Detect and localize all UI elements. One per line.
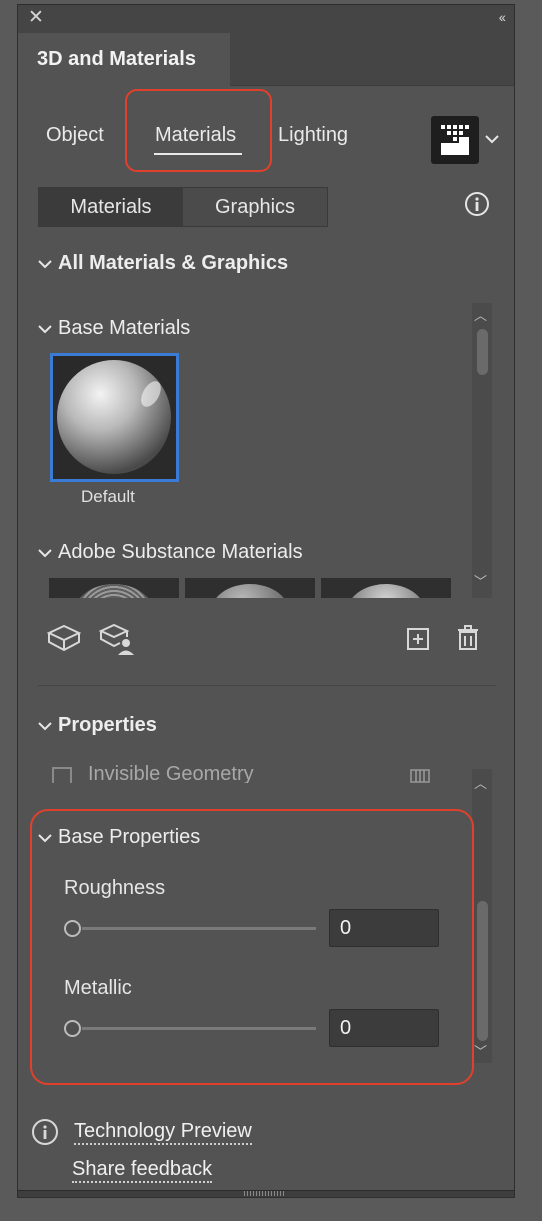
scroll-down-icon[interactable]: ﹀ — [474, 1041, 487, 1060]
invisible-geometry-checkbox[interactable] — [52, 767, 72, 783]
chevron-down-icon — [38, 260, 52, 269]
scroll-up-icon[interactable]: ︿ — [474, 773, 487, 792]
scroll-up-icon[interactable]: ︿ — [474, 305, 487, 324]
section-substance-label: Adobe Substance Materials — [58, 541, 303, 563]
3d-materials-panel: ✕ ‹‹ 3D and Materials Object Materials L… — [17, 4, 515, 1198]
highlight-annotation-tab — [125, 89, 272, 172]
chevron-down-icon — [38, 549, 52, 558]
section-base-materials[interactable]: Base Materials — [38, 317, 190, 340]
section-divider — [38, 685, 496, 686]
material-default-label: Default — [81, 487, 135, 506]
tab-object[interactable]: Object — [46, 124, 104, 147]
panel-title: 3D and Materials — [37, 48, 196, 70]
panel-tab-strip: 3D and Materials — [18, 33, 514, 86]
properties-scroll-thumb[interactable] — [477, 901, 488, 1041]
add-material-icon[interactable] — [406, 627, 430, 651]
render-settings-button[interactable] — [431, 116, 479, 164]
layers-icon[interactable] — [410, 769, 430, 783]
section-properties-label: Properties — [58, 714, 157, 736]
chevron-down-icon — [38, 722, 52, 731]
highlight-annotation-properties — [30, 809, 474, 1085]
section-substance-materials[interactable]: Adobe Substance Materials — [38, 541, 303, 564]
section-all-materials[interactable]: All Materials & Graphics — [38, 252, 288, 275]
section-properties[interactable]: Properties — [38, 714, 157, 737]
share-feedback-link[interactable]: Share feedback — [72, 1157, 213, 1183]
toggle-graphics[interactable]: Graphics — [183, 188, 327, 226]
chevron-down-icon[interactable] — [484, 133, 500, 145]
panel-tab-3d-materials[interactable]: 3D and Materials — [18, 33, 230, 86]
substance-thumbnail[interactable] — [321, 578, 451, 598]
info-icon[interactable] — [464, 191, 490, 217]
material-default-thumbnail[interactable] — [50, 353, 179, 482]
resize-grip[interactable] — [244, 1191, 286, 1196]
chevron-down-icon — [38, 325, 52, 334]
technology-preview-link[interactable]: Technology Preview — [74, 1119, 252, 1145]
properties-scrollbar[interactable]: ︿ ﹀ — [472, 769, 492, 1063]
section-base-materials-label: Base Materials — [58, 317, 191, 339]
invisible-geometry-row: Invisible Geometry — [52, 757, 472, 783]
apply-material-icon[interactable] — [46, 623, 82, 653]
render-grid-icon — [441, 125, 469, 155]
substance-thumbnail[interactable] — [49, 578, 179, 598]
panel-titlebar: ✕ ‹‹ — [18, 5, 514, 33]
material-user-icon[interactable] — [98, 622, 138, 656]
section-all-materials-label: All Materials & Graphics — [58, 252, 289, 274]
library-scrollbar[interactable]: ︿ ﹀ — [472, 303, 492, 598]
invisible-geometry-label: Invisible Geometry — [88, 763, 254, 783]
library-scroll-thumb[interactable] — [477, 329, 488, 375]
sphere-preview — [53, 356, 176, 479]
scroll-down-icon[interactable]: ﹀ — [474, 571, 487, 590]
info-icon — [32, 1119, 58, 1145]
tab-lighting[interactable]: Lighting — [278, 124, 348, 147]
materials-graphics-toggle: Materials Graphics — [38, 187, 328, 227]
substance-thumbnail[interactable] — [185, 578, 315, 598]
close-icon[interactable]: ✕ — [28, 8, 44, 28]
toggle-materials[interactable]: Materials — [39, 188, 183, 226]
collapse-panel-icon[interactable]: ‹‹ — [499, 9, 506, 25]
trash-icon[interactable] — [456, 625, 480, 651]
